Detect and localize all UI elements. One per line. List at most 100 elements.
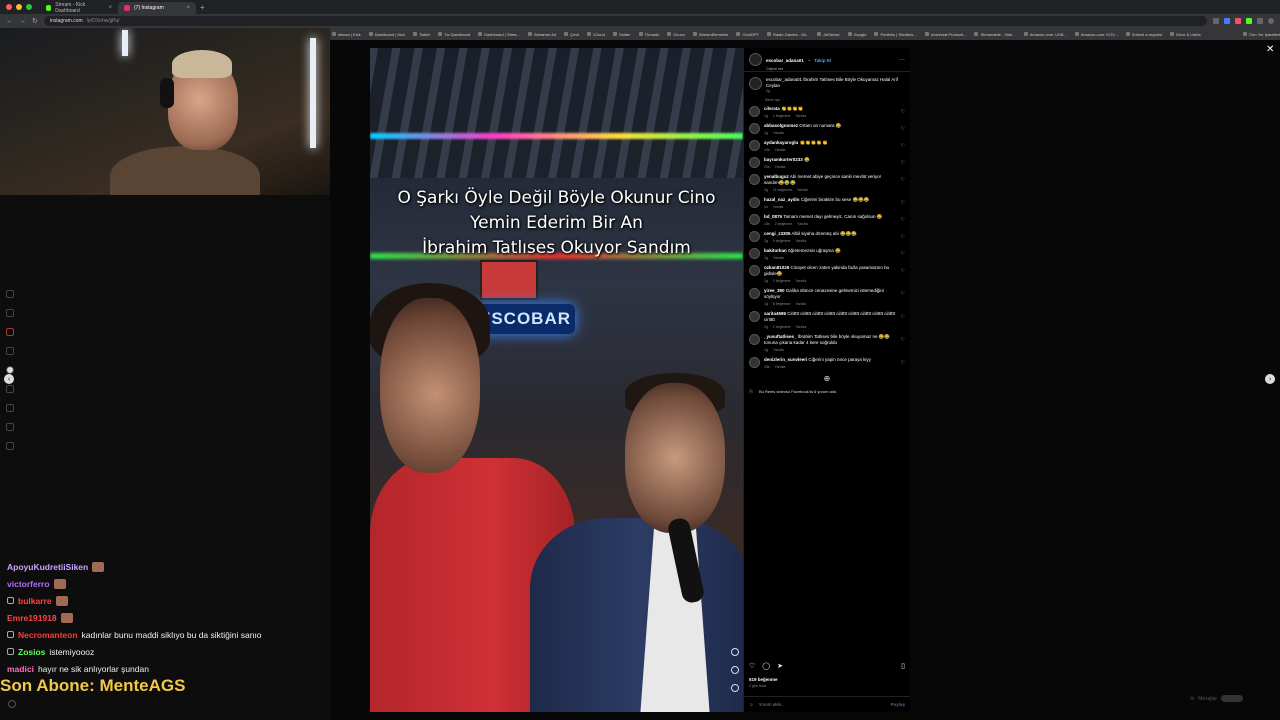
like-comment-icon[interactable]: ♡ xyxy=(901,126,905,132)
like-comment-icon[interactable]: ♡ xyxy=(901,200,905,206)
commenter-avatar[interactable] xyxy=(749,157,760,168)
save-icon[interactable]: ▯ xyxy=(901,662,905,670)
commenter-username[interactable]: bd_0875 xyxy=(764,214,782,219)
url-input[interactable]: instagram.com/p/DXehw/jjPq/ xyxy=(43,16,1207,26)
settings-icon[interactable] xyxy=(8,700,16,708)
bookmark-item[interactable]: Twitch xyxy=(413,32,430,37)
reply-button[interactable]: Yanıtla xyxy=(773,205,784,209)
commenter-avatar[interactable] xyxy=(749,265,760,276)
commenter-username[interactable]: yenalbuguz xyxy=(764,174,789,179)
commenter-username[interactable]: ozkan81026 xyxy=(764,265,789,270)
commenter-username[interactable]: _yusuftatlises_ xyxy=(764,334,797,339)
reply-button[interactable]: Yanıtla xyxy=(773,256,784,260)
comment-input[interactable]: Yorum ekle... xyxy=(759,702,785,707)
reply-button[interactable]: Yanıtla xyxy=(795,325,806,329)
author-avatar[interactable] xyxy=(749,77,762,90)
commenter-avatar[interactable] xyxy=(749,334,760,345)
bookmark-item[interactable]: Universal Producti... xyxy=(925,32,967,37)
bookmark-item[interactable]: iCloud xyxy=(587,32,604,37)
reply-button[interactable]: Yanıtla xyxy=(773,348,784,352)
minimize-window-button[interactable] xyxy=(16,4,22,10)
reply-button[interactable]: Yanıtla xyxy=(797,222,808,226)
bookmark-item[interactable]: Threads xyxy=(639,32,660,37)
bookmark-item[interactable]: Tw Dashboard xyxy=(438,32,470,37)
comment-likes[interactable]: 8 beğenme xyxy=(773,302,791,306)
bookmark-item[interactable]: Streamer Ad xyxy=(528,32,556,37)
commenter-avatar[interactable] xyxy=(749,357,760,368)
comment-likes[interactable]: 2 beğenme xyxy=(773,325,791,329)
like-comment-icon[interactable]: ♡ xyxy=(901,234,905,240)
back-icon[interactable]: ← xyxy=(6,18,13,25)
author-avatar[interactable] xyxy=(749,53,762,66)
next-post-icon[interactable]: › xyxy=(1265,374,1275,384)
like-comment-icon[interactable]: ♡ xyxy=(901,360,905,366)
commenter-username[interactable]: aydankayaroglu xyxy=(764,140,798,145)
like-icon[interactable]: ♡ xyxy=(749,662,755,670)
comment-likes[interactable]: 3 beğenme xyxy=(773,279,791,283)
commenter-avatar[interactable] xyxy=(749,288,760,299)
bookmark-item[interactable]: Portfolio | Shutters... xyxy=(874,32,916,37)
extension-icon[interactable] xyxy=(1224,18,1230,24)
bookmark-item[interactable]: Amazon.com: KOV... xyxy=(1075,32,1118,37)
bookmark-item[interactable]: AdSense xyxy=(817,32,839,37)
reply-button[interactable]: Yanıtla xyxy=(795,239,806,243)
maximize-window-button[interactable] xyxy=(26,4,32,10)
bookmark-item[interactable]: Çevir xyxy=(564,32,579,37)
chat-username[interactable]: ApoyuKudretiiSiken xyxy=(7,562,88,572)
reply-button[interactable]: Yanıtla xyxy=(775,148,786,152)
like-comment-icon[interactable]: ♡ xyxy=(901,177,905,183)
comment-likes[interactable]: 2 beğenme xyxy=(775,222,793,226)
like-comment-icon[interactable]: ♡ xyxy=(901,291,905,297)
like-comment-icon[interactable]: ♡ xyxy=(901,109,905,115)
all-bookmarks[interactable]: Tüm Yer İşaretleri xyxy=(1243,32,1280,37)
close-modal-icon[interactable]: ✕ xyxy=(1266,44,1274,55)
commenter-username[interactable]: abbasolgnomez xyxy=(764,123,798,128)
commenter-avatar[interactable] xyxy=(749,197,760,208)
create-icon[interactable] xyxy=(6,404,14,412)
messages-icon[interactable] xyxy=(6,366,14,374)
commenter-avatar[interactable] xyxy=(749,140,760,151)
commenter-avatar[interactable] xyxy=(749,214,760,225)
bookmark-item[interactable]: Ocucu xyxy=(667,32,685,37)
reply-button[interactable]: Yanıtla xyxy=(775,165,786,169)
like-comment-icon[interactable]: ♡ xyxy=(901,143,905,149)
commenter-username[interactable]: bakiturkan xyxy=(764,248,787,253)
chat-username[interactable]: bulkarre xyxy=(18,596,52,606)
for-you-label[interactable]: Senin için ··· xyxy=(744,93,910,102)
commenter-avatar[interactable] xyxy=(749,174,760,185)
menu-icon[interactable] xyxy=(6,442,14,450)
commenter-username[interactable]: cilerata xyxy=(764,106,780,111)
chat-username[interactable]: Emre191918 xyxy=(7,613,57,623)
facebook-comments-note[interactable]: ⓕ Bu Reels videosu Facebook'ta 6 yorum a… xyxy=(744,389,910,395)
reload-icon[interactable]: ↻ xyxy=(32,17,38,25)
bookmark-item[interactable]: Submit a request xyxy=(1126,32,1162,37)
like-comment-icon[interactable]: ♡ xyxy=(901,314,905,320)
reels-icon[interactable] xyxy=(6,347,14,355)
commenter-avatar[interactable] xyxy=(749,231,760,242)
tab-instagram[interactable]: (7) Instagram × xyxy=(118,2,196,14)
extension-icon[interactable] xyxy=(1235,18,1241,24)
bookmark-item[interactable]: StreamElements xyxy=(693,32,729,37)
comment-icon[interactable]: ◯ xyxy=(762,662,770,670)
like-comment-icon[interactable]: ♡ xyxy=(901,251,905,257)
bookmark-item[interactable]: Google xyxy=(848,32,867,37)
like-comment-icon[interactable]: ♡ xyxy=(901,160,905,166)
close-window-button[interactable] xyxy=(6,4,12,10)
comment-likes[interactable]: 4 beğenme xyxy=(773,239,791,243)
chat-username[interactable]: Necromanteon xyxy=(18,630,78,640)
extension-icon[interactable] xyxy=(1246,18,1252,24)
extension-icon[interactable] xyxy=(1257,18,1263,24)
tag-icon[interactable] xyxy=(731,666,739,674)
window-controls[interactable] xyxy=(6,4,32,10)
commenter-avatar[interactable] xyxy=(749,311,760,322)
close-tab-icon[interactable]: × xyxy=(186,5,190,11)
bookmark-item[interactable]: ChatGPT xyxy=(736,32,759,37)
more-options-icon[interactable]: ··· xyxy=(899,57,905,63)
mute-icon[interactable] xyxy=(731,684,739,692)
reply-button[interactable]: Yanıtla xyxy=(795,279,806,283)
share-icon[interactable]: ➤ xyxy=(777,662,783,670)
commenter-username[interactable]: denizlerin_sunvleeri xyxy=(764,357,807,362)
commenter-avatar[interactable] xyxy=(749,123,760,134)
emoji-icon[interactable]: ☺ xyxy=(749,702,754,707)
extension-icon[interactable] xyxy=(1213,18,1219,24)
